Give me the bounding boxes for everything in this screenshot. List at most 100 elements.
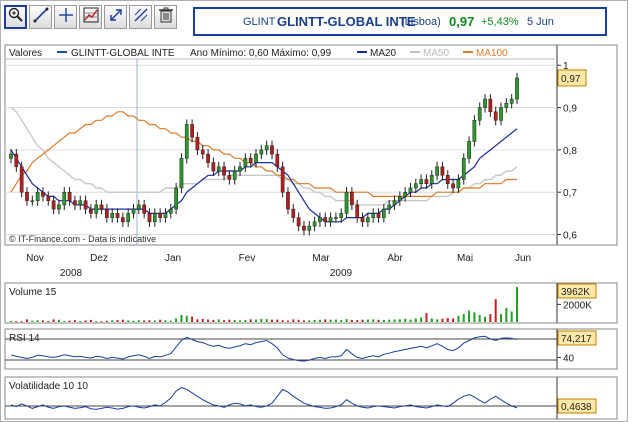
volume-bar xyxy=(473,312,476,322)
volume-bar xyxy=(148,320,151,322)
candle-body xyxy=(9,153,13,159)
rsi-current-badge: 74,217 xyxy=(557,330,597,346)
ma50-line xyxy=(10,107,518,206)
candle-body xyxy=(499,107,503,121)
volume-bar xyxy=(430,318,433,322)
price-tick-label: 0,8 xyxy=(563,146,577,157)
candle-body xyxy=(110,213,115,218)
candle-body xyxy=(67,191,72,201)
volume-bar xyxy=(478,314,481,322)
candle-body xyxy=(232,170,237,180)
quote-exchange: (Lisboa) xyxy=(401,16,441,28)
volume-bar xyxy=(175,318,178,322)
volume-bar xyxy=(334,319,337,322)
candle-body xyxy=(280,166,285,193)
candle-body xyxy=(190,124,194,138)
volatility-current-label: 0,4638 xyxy=(561,402,592,413)
candle-body xyxy=(131,208,136,214)
volume-bar xyxy=(414,318,417,322)
candle-body xyxy=(259,149,264,155)
volume-bar xyxy=(494,299,497,322)
price-current-badge: 0,97 xyxy=(557,69,587,87)
candle-body xyxy=(381,208,386,218)
line-tool-button[interactable] xyxy=(29,5,52,29)
candle-body xyxy=(461,158,466,180)
volatility-current-badge: 0,4638 xyxy=(557,398,597,414)
volume-bar xyxy=(462,314,465,322)
candle-body xyxy=(334,217,338,219)
chart-grid-icon xyxy=(82,6,100,29)
candle-body xyxy=(105,208,109,218)
candle-body xyxy=(206,153,210,163)
zoom-fit-button[interactable] xyxy=(129,5,152,29)
year-label: 2009 xyxy=(330,268,353,279)
candle-body xyxy=(515,77,519,100)
month-label: Abr xyxy=(387,253,403,264)
volume-bar xyxy=(260,318,263,322)
volume-bar xyxy=(249,319,252,322)
candle-body xyxy=(355,204,360,218)
volume-bar xyxy=(489,314,492,322)
volume-bar xyxy=(446,318,449,322)
volume-bar xyxy=(68,320,71,322)
candle-body xyxy=(435,166,439,176)
candle-body xyxy=(238,166,242,172)
price-current-label: 0,97 xyxy=(561,74,581,85)
price-grid xyxy=(5,64,557,236)
volume-bar xyxy=(121,319,124,322)
candle-body xyxy=(227,175,232,180)
candle-body xyxy=(360,217,365,223)
volume-bar xyxy=(207,319,210,322)
volume-bar xyxy=(57,319,60,322)
volume-current-label: 3962K xyxy=(561,287,590,298)
candle-body xyxy=(195,136,200,151)
volume-bar xyxy=(201,318,204,322)
candle-body xyxy=(483,98,487,108)
candle-body xyxy=(424,179,429,184)
candle-body xyxy=(328,217,333,223)
volatility-panel-title: Volatilidade 10 10 xyxy=(9,381,88,392)
volume-bar xyxy=(255,319,258,322)
candle-body xyxy=(136,204,141,210)
candle-body xyxy=(14,153,19,168)
rsi-line xyxy=(10,335,518,362)
volume-bar xyxy=(377,319,380,322)
volume-bar xyxy=(180,314,183,322)
cross-tool-button[interactable] xyxy=(54,5,77,29)
volume-current-badge: 3962K xyxy=(557,283,597,299)
fit-button[interactable] xyxy=(104,5,127,29)
volume-bar xyxy=(292,319,295,322)
x-axis-labels: Nov Dez Jan Fev Mar Abr Mai Jun xyxy=(26,253,531,264)
candle-body xyxy=(83,200,88,210)
chart-grid-button[interactable] xyxy=(79,5,102,29)
candle-body xyxy=(168,208,173,214)
candle-body xyxy=(488,98,493,113)
volume-bar xyxy=(73,320,76,322)
volume-bar xyxy=(47,321,50,323)
month-label: Mai xyxy=(457,253,473,264)
volume-bar xyxy=(244,320,247,322)
volume-bar xyxy=(281,320,284,322)
trash-button[interactable] xyxy=(154,5,177,29)
zoom-button[interactable] xyxy=(4,5,27,29)
legend-ma100: MA100 xyxy=(476,48,508,59)
volume-bar xyxy=(302,320,305,322)
volume-bar xyxy=(276,319,279,322)
volume-bar xyxy=(324,319,327,322)
volume-panel-frame xyxy=(4,282,618,324)
volume-bar xyxy=(217,319,220,322)
candle-body xyxy=(451,183,455,189)
month-label: Nov xyxy=(26,253,44,264)
candle-body xyxy=(408,187,413,193)
line-tool-icon xyxy=(32,6,50,29)
volume-bar xyxy=(382,319,385,322)
volume-bar xyxy=(63,320,66,322)
volume-bar xyxy=(228,319,231,322)
quote-name: GLINTT-GLOBAL INTE xyxy=(277,14,416,29)
zoom-fit-icon xyxy=(132,6,150,29)
candle-body xyxy=(179,158,184,189)
candle-body xyxy=(397,196,402,201)
volume-bar xyxy=(398,319,401,322)
candle-body xyxy=(302,225,306,231)
candle-body xyxy=(376,213,381,218)
